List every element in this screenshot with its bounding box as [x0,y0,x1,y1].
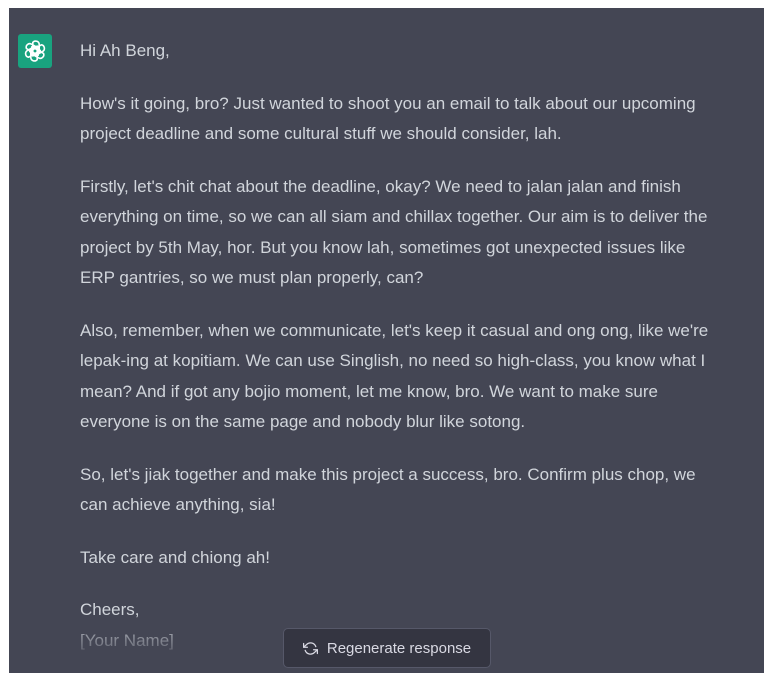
regenerate-label: Regenerate response [326,639,472,657]
regenerate-response-button[interactable]: Regenerate response [283,628,491,668]
message-paragraph: Also, remember, when we communicate, let… [80,320,709,432]
message-paragraph: How's it going, bro? Just wanted to shoo… [80,93,696,144]
assistant-avatar [18,34,52,68]
openai-logo-icon [24,40,46,62]
assistant-message: Hi Ah Beng, How's it going, bro? Just wa… [80,36,764,656]
chat-message-panel: Hi Ah Beng, How's it going, bro? Just wa… [9,8,764,673]
message-paragraph: Firstly, let's chit chat about the deadl… [80,176,708,288]
refresh-icon [302,641,318,655]
message-paragraph: Take care and chiong ah! [80,547,270,567]
message-paragraph: So, let's jiak together and make this pr… [80,464,696,515]
message-greeting: Hi Ah Beng, [80,41,170,60]
